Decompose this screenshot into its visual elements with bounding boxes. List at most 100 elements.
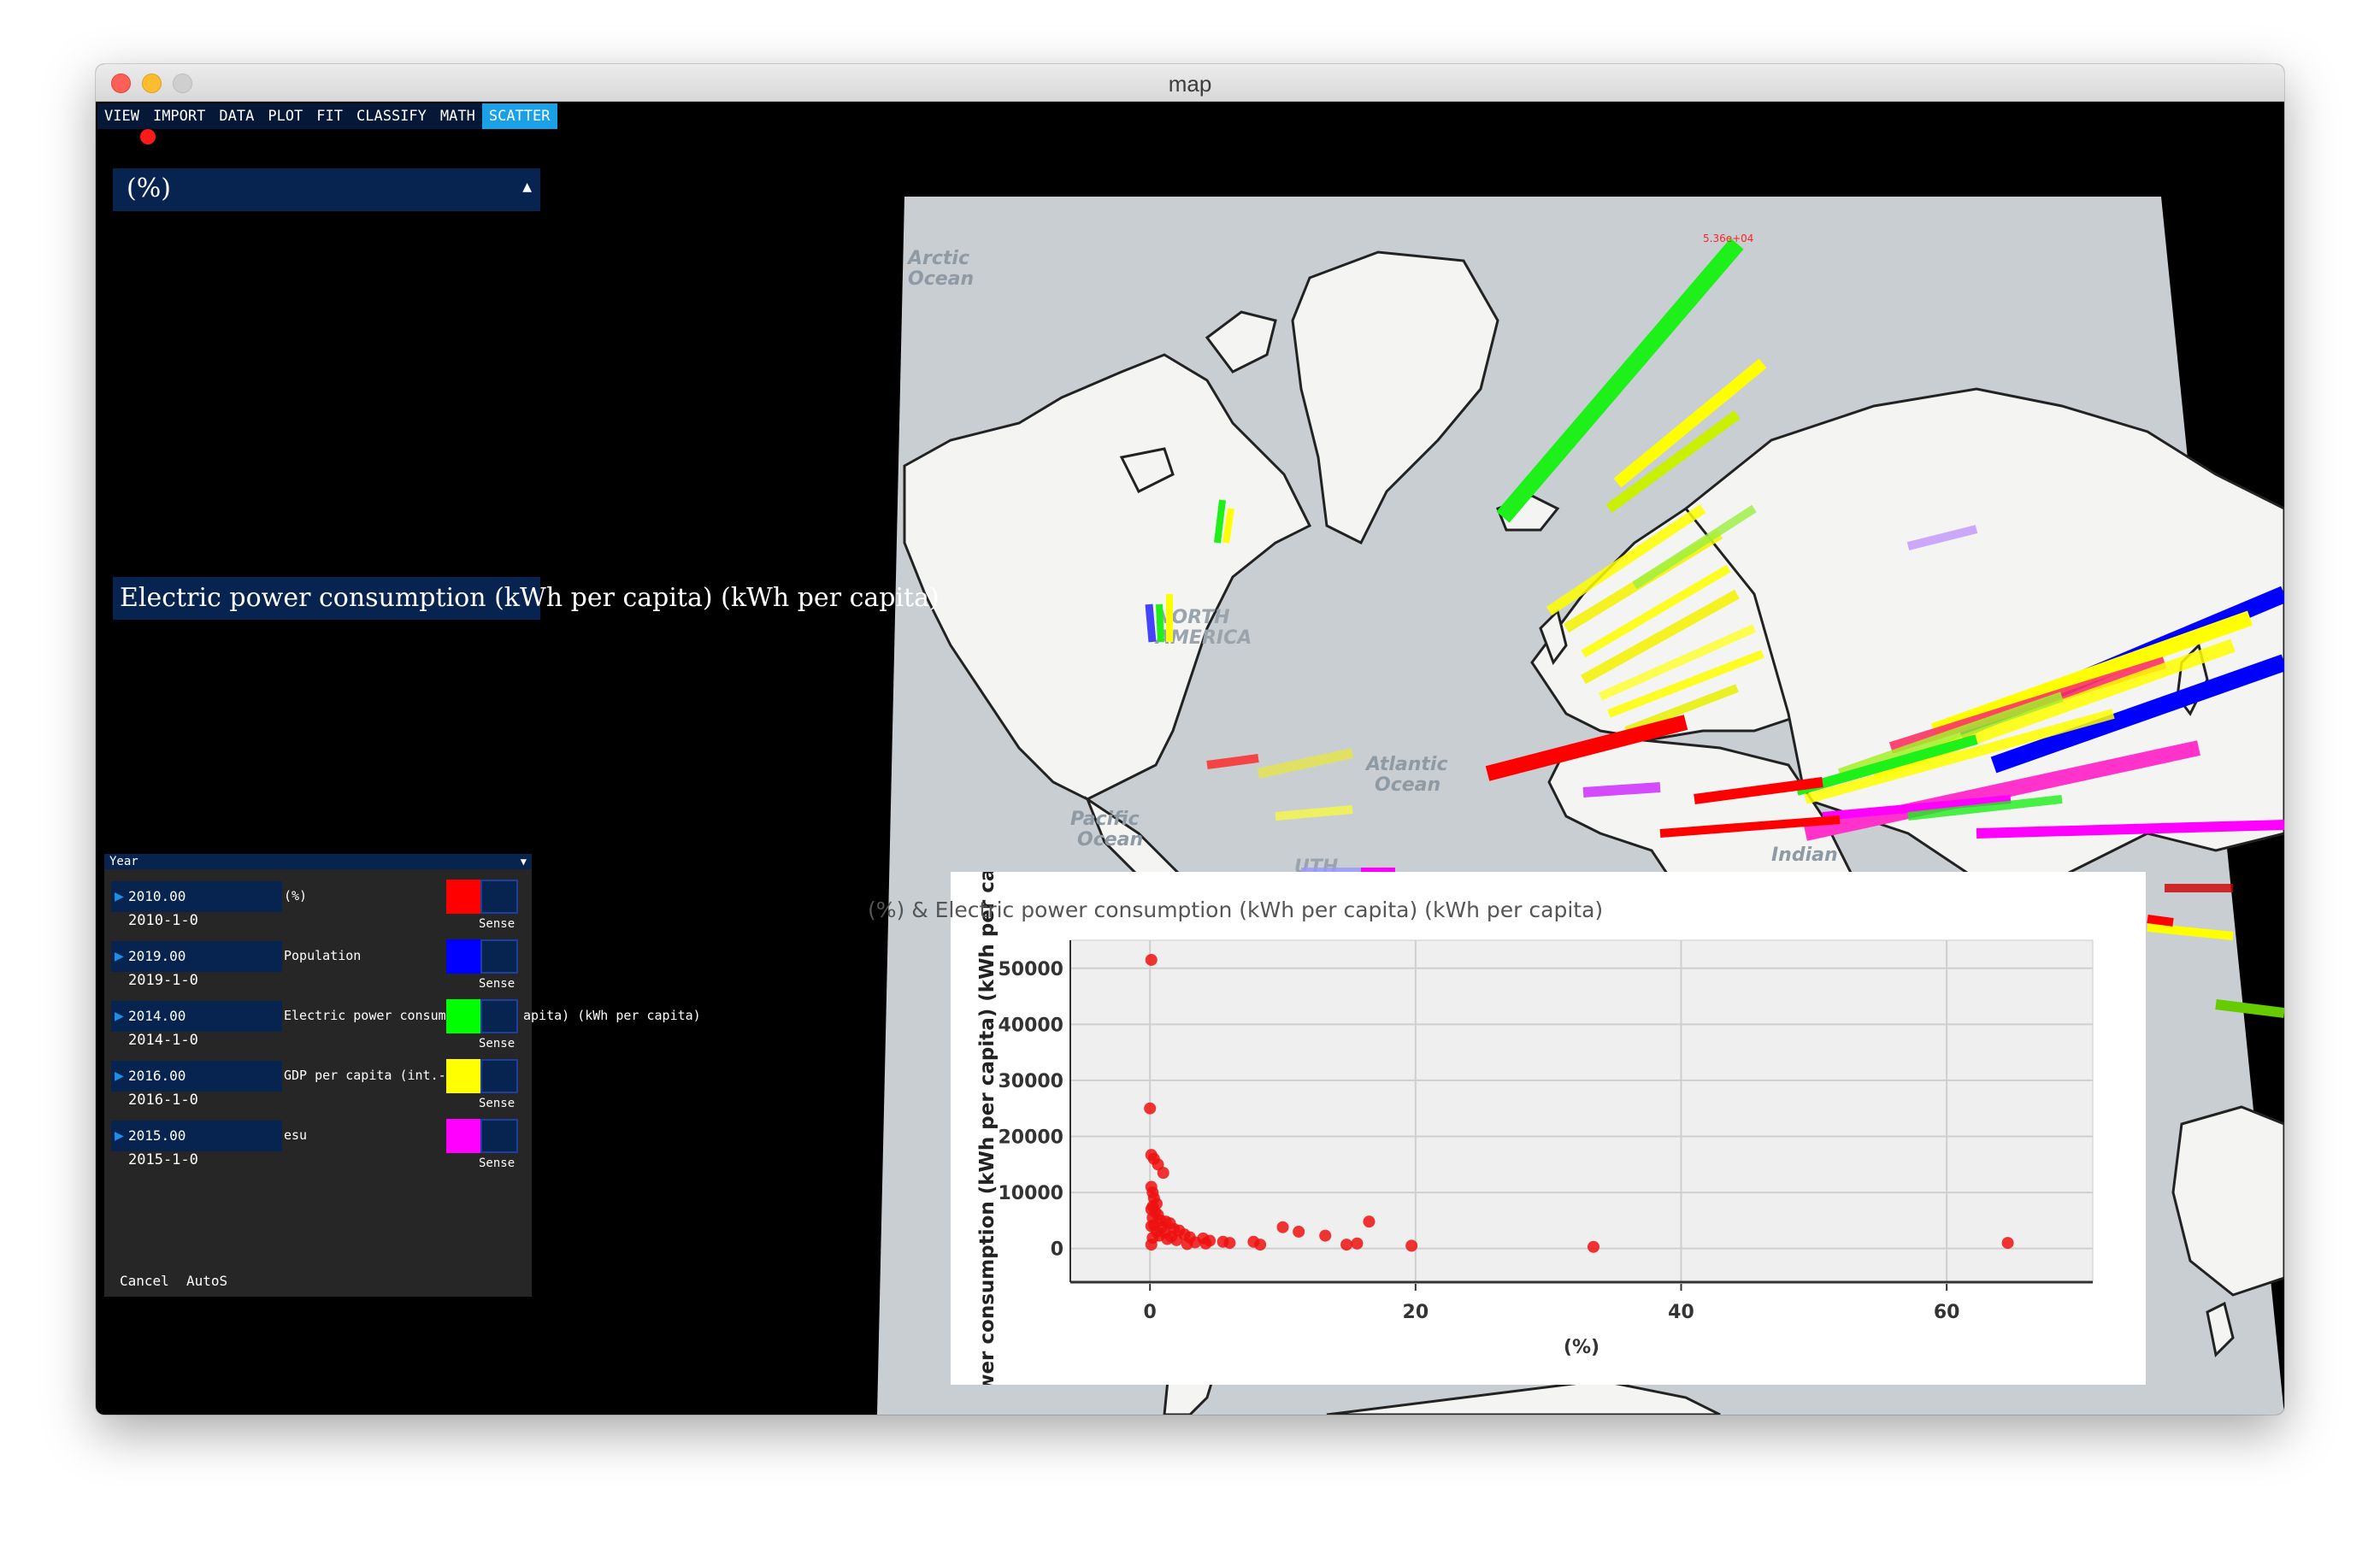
scatter-point[interactable] (1293, 1225, 1305, 1238)
label-indian-ocean: Indian (1771, 845, 1838, 866)
y-tick-label: 30000 (998, 1071, 1063, 1092)
variable-row: ▶ 2019.00 2019-1-0 Population Sense (104, 936, 532, 996)
color-box[interactable] (480, 880, 518, 914)
color-swatch[interactable] (446, 1119, 482, 1153)
variable-name: Population (284, 948, 362, 963)
date-label: 2016-1-0 (128, 1092, 198, 1109)
expand-triangle-icon[interactable]: ▶ (115, 1121, 124, 1151)
date-label: 2019-1-0 (128, 972, 198, 989)
y-tick-label: 10000 (998, 1183, 1063, 1204)
expand-triangle-icon[interactable]: ▶ (115, 1001, 124, 1032)
menu-math[interactable]: MATH (433, 103, 482, 129)
scatter-point[interactable] (1340, 1239, 1353, 1251)
year-field[interactable]: ▶ 2010.00 (111, 881, 282, 912)
cancel-button[interactable]: Cancel (120, 1273, 169, 1289)
y-tick-label: 0 (1051, 1239, 1063, 1261)
x-variable-dropdown[interactable]: (%) ▲ (113, 168, 540, 211)
expand-triangle-icon[interactable]: ▶ (115, 1061, 124, 1092)
color-box[interactable] (480, 999, 518, 1033)
caret-down-icon: ▼ (520, 856, 527, 868)
scatter-point[interactable] (1276, 1221, 1289, 1233)
bar-label-max: 5.36e+04 (1703, 232, 1753, 244)
variable-name: esu (284, 1127, 308, 1143)
year-value: 2016.00 (128, 1068, 186, 1084)
scatter-point[interactable] (1319, 1229, 1332, 1242)
x-tick-label: 60 (1934, 1302, 1960, 1323)
menu-import[interactable]: IMPORT (145, 103, 213, 129)
scatter-point[interactable] (1363, 1215, 1376, 1228)
scatter-point[interactable] (1254, 1239, 1267, 1251)
panel-header-label: Year (109, 855, 138, 868)
y-tick-label: 50000 (998, 959, 1063, 980)
color-swatch[interactable] (446, 999, 482, 1033)
y-tick-label: 40000 (998, 1015, 1063, 1036)
variable-panel: Year ▼ ▶ 2010.00 2010-1-0 (%) Sense ▶ 2019… (104, 854, 701, 1297)
year-field[interactable]: ▶ 2019.00 (111, 941, 282, 972)
page: { "window": { "title": "map" }, "menu": … (0, 0, 2380, 1542)
y-variable-label: Electric power consumption (kWh per capi… (120, 583, 940, 613)
scatter-point[interactable] (1144, 1102, 1157, 1115)
year-value: 2015.00 (128, 1127, 186, 1144)
label-arctic-ocean: Arctic Ocean (906, 248, 974, 290)
scatter-point[interactable] (1223, 1237, 1236, 1250)
x-tick-label: 40 (1668, 1302, 1694, 1323)
scatter-point[interactable] (1181, 1238, 1193, 1251)
year-value: 2014.00 (128, 1008, 186, 1024)
scatter-point[interactable] (1405, 1239, 1418, 1252)
chart-title: (%) & Electric power consumption (kWh pe… (868, 898, 1604, 922)
scatter-point[interactable] (1351, 1237, 1364, 1250)
menu-view[interactable]: VIEW (97, 103, 146, 129)
color-swatch[interactable] (446, 1059, 482, 1093)
color-box[interactable] (480, 1119, 518, 1153)
scatter-point[interactable] (2001, 1237, 2014, 1250)
year-field[interactable]: ▶ 2016.00 (111, 1061, 282, 1092)
date-label: 2015-1-0 (128, 1151, 198, 1168)
label-atlantic-ocean: Atlantic Ocean (1364, 754, 1448, 796)
autos-button[interactable]: AutoS (186, 1273, 227, 1289)
date-label: 2010-1-0 (128, 912, 198, 929)
sense-label[interactable]: Sense (479, 1037, 515, 1051)
color-box[interactable] (480, 939, 518, 974)
color-swatch[interactable] (446, 939, 482, 974)
sense-label[interactable]: Sense (479, 1097, 515, 1110)
variable-row: ▶ 2016.00 2016-1-0 GDP per capita (int.-$… (104, 1056, 532, 1115)
variable-name-overflow: apita) (kWh per capita) (523, 1008, 701, 1023)
color-swatch[interactable] (446, 880, 482, 914)
scatter-point[interactable] (1170, 1233, 1183, 1246)
panel-header[interactable]: Year ▼ (104, 854, 532, 869)
x-tick-label: 20 (1403, 1302, 1429, 1323)
scatter-point[interactable] (1145, 1239, 1158, 1251)
y-axis-title: Electric power consumption (kWh per capi… (976, 872, 999, 1385)
color-box[interactable] (480, 1059, 518, 1093)
menu-classify[interactable]: CLASSIFY (350, 103, 433, 129)
variable-name: (%) (284, 888, 308, 903)
sense-label[interactable]: Sense (479, 1156, 515, 1170)
scatter-point[interactable] (1587, 1240, 1599, 1253)
menu-scatter[interactable]: SCATTER (481, 103, 557, 129)
scatter-svg: 0 20 40 60 0 10000 20000 30000 40000 50000 Electr… (976, 815, 2094, 1415)
caret-up-icon: ▲ (522, 180, 532, 194)
year-value: 2019.00 (128, 948, 186, 964)
variable-row: ▶ 2015.00 2015-1-0 esu Sense (104, 1115, 532, 1175)
scatter-point[interactable] (1199, 1237, 1212, 1250)
expand-triangle-icon[interactable]: ▶ (115, 941, 124, 972)
app-window: Arctic Ocean Atlantic Ocean Pacific Ocean I… (96, 64, 2284, 1415)
year-field[interactable]: ▶ 2014.00 (111, 1001, 282, 1032)
y-tick-label: 20000 (998, 1127, 1063, 1149)
expand-triangle-icon[interactable]: ▶ (115, 881, 124, 912)
scatter-chart[interactable]: 0 20 40 60 0 10000 20000 30000 40000 50000 Electr… (951, 815, 2146, 1415)
x-tick-label: 0 (1144, 1302, 1157, 1323)
menu-plot[interactable]: PLOT (261, 103, 310, 129)
scatter-point[interactable] (1157, 1167, 1169, 1180)
menu-fit[interactable]: FIT (309, 103, 350, 129)
sense-label[interactable]: Sense (479, 977, 515, 991)
pointer-dot (140, 129, 156, 144)
scatter-point[interactable] (1145, 953, 1158, 966)
variable-row: ▶ 2010.00 2010-1-0 (%) Sense (104, 876, 532, 936)
year-value: 2010.00 (128, 888, 186, 904)
sense-label[interactable]: Sense (479, 917, 515, 931)
x-variable-label: (%) (127, 174, 171, 203)
year-field[interactable]: ▶ 2015.00 (111, 1121, 282, 1151)
date-label: 2014-1-0 (128, 1032, 198, 1049)
menu-data[interactable]: DATA (212, 103, 262, 129)
